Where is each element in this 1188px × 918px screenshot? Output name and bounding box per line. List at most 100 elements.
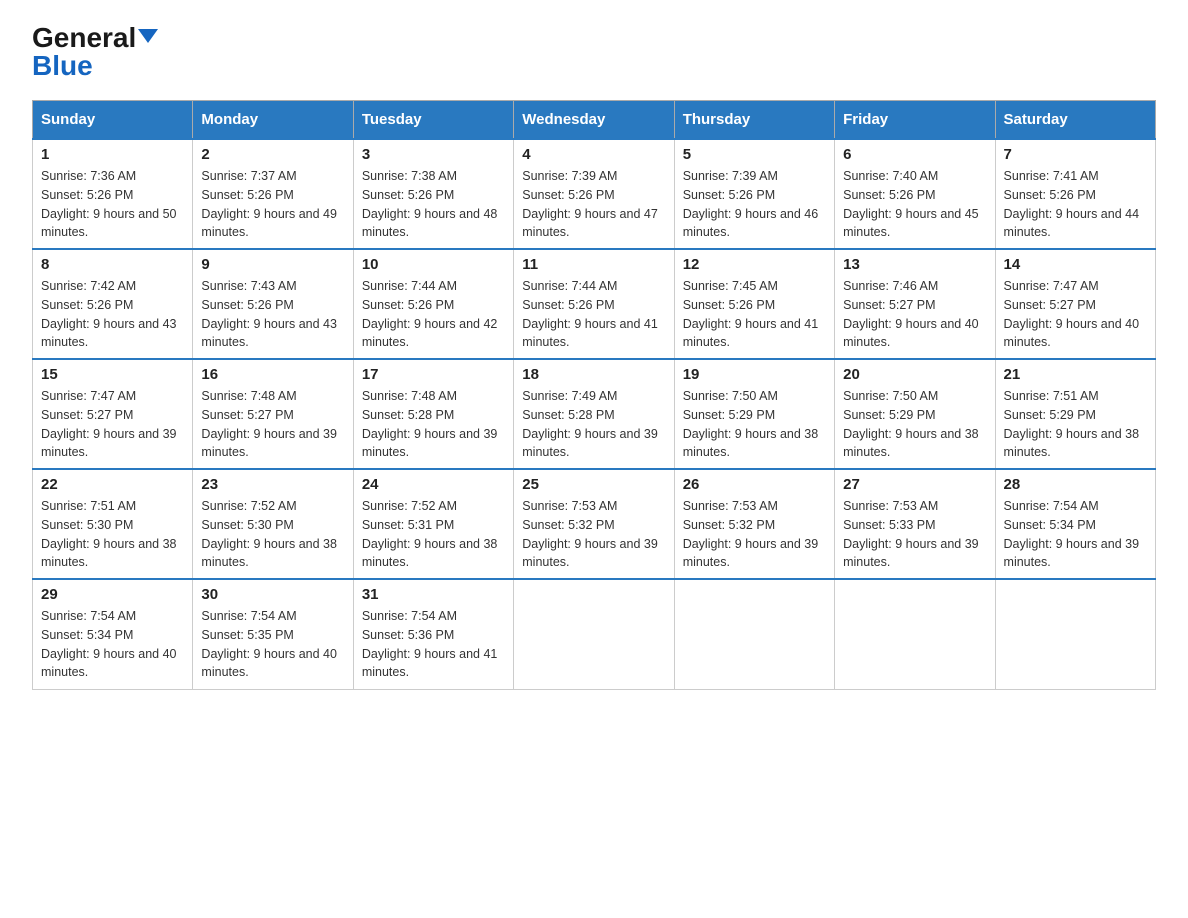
day-number: 17 bbox=[362, 366, 505, 383]
day-number: 3 bbox=[362, 146, 505, 163]
day-info: Sunrise: 7:37 AMSunset: 5:26 PMDaylight:… bbox=[201, 167, 344, 242]
calendar-cell: 18 Sunrise: 7:49 AMSunset: 5:28 PMDayligh… bbox=[514, 359, 674, 469]
calendar-cell: 6 Sunrise: 7:40 AMSunset: 5:26 PMDaylight… bbox=[835, 139, 995, 249]
calendar-header-row: SundayMondayTuesdayWednesdayThursdayFrid… bbox=[33, 101, 1156, 140]
calendar-cell: 28 Sunrise: 7:54 AMSunset: 5:34 PMDayligh… bbox=[995, 469, 1155, 579]
day-number: 27 bbox=[843, 476, 986, 493]
day-number: 21 bbox=[1004, 366, 1147, 383]
day-info: Sunrise: 7:47 AMSunset: 5:27 PMDaylight:… bbox=[1004, 277, 1147, 352]
calendar-week-row-5: 29 Sunrise: 7:54 AMSunset: 5:34 PMDayligh… bbox=[33, 579, 1156, 689]
calendar-header-friday: Friday bbox=[835, 101, 995, 140]
day-number: 16 bbox=[201, 366, 344, 383]
day-number: 8 bbox=[41, 256, 184, 273]
calendar-header-saturday: Saturday bbox=[995, 101, 1155, 140]
calendar-cell: 13 Sunrise: 7:46 AMSunset: 5:27 PMDayligh… bbox=[835, 249, 995, 359]
day-number: 4 bbox=[522, 146, 665, 163]
calendar-table: SundayMondayTuesdayWednesdayThursdayFrid… bbox=[32, 100, 1156, 690]
calendar-cell: 27 Sunrise: 7:53 AMSunset: 5:33 PMDayligh… bbox=[835, 469, 995, 579]
calendar-cell: 23Sunrise: 7:52 AMSunset: 5:30 PMDayligh… bbox=[193, 469, 353, 579]
day-info: Sunrise: 7:50 AMSunset: 5:29 PMDaylight:… bbox=[683, 387, 826, 462]
calendar-cell: 21Sunrise: 7:51 AMSunset: 5:29 PMDayligh… bbox=[995, 359, 1155, 469]
day-info: Sunrise: 7:48 AMSunset: 5:28 PMDaylight:… bbox=[362, 387, 505, 462]
day-number: 6 bbox=[843, 146, 986, 163]
day-info: Sunrise: 7:54 AMSunset: 5:34 PMDaylight:… bbox=[1004, 497, 1147, 572]
day-number: 19 bbox=[683, 366, 826, 383]
day-info: Sunrise: 7:42 AMSunset: 5:26 PMDaylight:… bbox=[41, 277, 184, 352]
day-info: Sunrise: 7:36 AMSunset: 5:26 PMDaylight:… bbox=[41, 167, 184, 242]
day-number: 14 bbox=[1004, 256, 1147, 273]
day-info: Sunrise: 7:50 AMSunset: 5:29 PMDaylight:… bbox=[843, 387, 986, 462]
calendar-header-tuesday: Tuesday bbox=[353, 101, 513, 140]
day-number: 31 bbox=[362, 586, 505, 603]
calendar-cell: 24 Sunrise: 7:52 AMSunset: 5:31 PMDayligh… bbox=[353, 469, 513, 579]
day-number: 18 bbox=[522, 366, 665, 383]
calendar-cell: 10 Sunrise: 7:44 AMSunset: 5:26 PMDayligh… bbox=[353, 249, 513, 359]
day-info: Sunrise: 7:38 AMSunset: 5:26 PMDaylight:… bbox=[362, 167, 505, 242]
day-info: Sunrise: 7:53 AMSunset: 5:32 PMDaylight:… bbox=[522, 497, 665, 572]
day-number: 10 bbox=[362, 256, 505, 273]
calendar-cell: 15Sunrise: 7:47 AMSunset: 5:27 PMDayligh… bbox=[33, 359, 193, 469]
day-number: 22 bbox=[41, 476, 184, 493]
calendar-week-row-1: 1 Sunrise: 7:36 AMSunset: 5:26 PMDaylight… bbox=[33, 139, 1156, 249]
day-info: Sunrise: 7:47 AMSunset: 5:27 PMDaylight:… bbox=[41, 387, 184, 462]
day-number: 28 bbox=[1004, 476, 1147, 493]
day-info: Sunrise: 7:54 AMSunset: 5:35 PMDaylight:… bbox=[201, 607, 344, 682]
day-number: 13 bbox=[843, 256, 986, 273]
calendar-cell: 22 Sunrise: 7:51 AMSunset: 5:30 PMDayligh… bbox=[33, 469, 193, 579]
day-info: Sunrise: 7:52 AMSunset: 5:31 PMDaylight:… bbox=[362, 497, 505, 572]
day-info: Sunrise: 7:51 AMSunset: 5:30 PMDaylight:… bbox=[41, 497, 184, 572]
calendar-cell: 16 Sunrise: 7:48 AMSunset: 5:27 PMDayligh… bbox=[193, 359, 353, 469]
calendar-cell bbox=[674, 579, 834, 689]
day-number: 25 bbox=[522, 476, 665, 493]
calendar-cell: 9 Sunrise: 7:43 AMSunset: 5:26 PMDaylight… bbox=[193, 249, 353, 359]
day-info: Sunrise: 7:53 AMSunset: 5:33 PMDaylight:… bbox=[843, 497, 986, 572]
calendar-cell: 26 Sunrise: 7:53 AMSunset: 5:32 PMDayligh… bbox=[674, 469, 834, 579]
day-number: 24 bbox=[362, 476, 505, 493]
day-number: 30 bbox=[201, 586, 344, 603]
day-number: 2 bbox=[201, 146, 344, 163]
day-info: Sunrise: 7:54 AMSunset: 5:34 PMDaylight:… bbox=[41, 607, 184, 682]
day-number: 12 bbox=[683, 256, 826, 273]
calendar-cell: 14 Sunrise: 7:47 AMSunset: 5:27 PMDayligh… bbox=[995, 249, 1155, 359]
logo-blue-text: Blue bbox=[32, 50, 93, 81]
day-info: Sunrise: 7:39 AMSunset: 5:26 PMDaylight:… bbox=[522, 167, 665, 242]
day-info: Sunrise: 7:48 AMSunset: 5:27 PMDaylight:… bbox=[201, 387, 344, 462]
day-info: Sunrise: 7:53 AMSunset: 5:32 PMDaylight:… bbox=[683, 497, 826, 572]
calendar-cell: 31 Sunrise: 7:54 AMSunset: 5:36 PMDayligh… bbox=[353, 579, 513, 689]
calendar-cell: 8 Sunrise: 7:42 AMSunset: 5:26 PMDaylight… bbox=[33, 249, 193, 359]
calendar-header-sunday: Sunday bbox=[33, 101, 193, 140]
calendar-header-thursday: Thursday bbox=[674, 101, 834, 140]
day-info: Sunrise: 7:44 AMSunset: 5:26 PMDaylight:… bbox=[362, 277, 505, 352]
day-info: Sunrise: 7:45 AMSunset: 5:26 PMDaylight:… bbox=[683, 277, 826, 352]
calendar-cell: 29 Sunrise: 7:54 AMSunset: 5:34 PMDayligh… bbox=[33, 579, 193, 689]
calendar-header-wednesday: Wednesday bbox=[514, 101, 674, 140]
day-number: 20 bbox=[843, 366, 986, 383]
logo-general-text: General bbox=[32, 24, 136, 52]
day-number: 1 bbox=[41, 146, 184, 163]
day-info: Sunrise: 7:43 AMSunset: 5:26 PMDaylight:… bbox=[201, 277, 344, 352]
calendar-week-row-4: 22 Sunrise: 7:51 AMSunset: 5:30 PMDayligh… bbox=[33, 469, 1156, 579]
calendar-cell: 2 Sunrise: 7:37 AMSunset: 5:26 PMDaylight… bbox=[193, 139, 353, 249]
day-number: 29 bbox=[41, 586, 184, 603]
day-number: 9 bbox=[201, 256, 344, 273]
day-info: Sunrise: 7:41 AMSunset: 5:26 PMDaylight:… bbox=[1004, 167, 1147, 242]
calendar-week-row-2: 8 Sunrise: 7:42 AMSunset: 5:26 PMDaylight… bbox=[33, 249, 1156, 359]
calendar-week-row-3: 15Sunrise: 7:47 AMSunset: 5:27 PMDayligh… bbox=[33, 359, 1156, 469]
day-number: 5 bbox=[683, 146, 826, 163]
day-number: 26 bbox=[683, 476, 826, 493]
day-info: Sunrise: 7:49 AMSunset: 5:28 PMDaylight:… bbox=[522, 387, 665, 462]
calendar-header-monday: Monday bbox=[193, 101, 353, 140]
day-info: Sunrise: 7:40 AMSunset: 5:26 PMDaylight:… bbox=[843, 167, 986, 242]
calendar-cell bbox=[995, 579, 1155, 689]
day-info: Sunrise: 7:46 AMSunset: 5:27 PMDaylight:… bbox=[843, 277, 986, 352]
calendar-cell: 4 Sunrise: 7:39 AMSunset: 5:26 PMDaylight… bbox=[514, 139, 674, 249]
calendar-cell: 1 Sunrise: 7:36 AMSunset: 5:26 PMDaylight… bbox=[33, 139, 193, 249]
calendar-cell: 17 Sunrise: 7:48 AMSunset: 5:28 PMDayligh… bbox=[353, 359, 513, 469]
day-info: Sunrise: 7:54 AMSunset: 5:36 PMDaylight:… bbox=[362, 607, 505, 682]
calendar-cell: 5 Sunrise: 7:39 AMSunset: 5:26 PMDaylight… bbox=[674, 139, 834, 249]
calendar-cell: 30 Sunrise: 7:54 AMSunset: 5:35 PMDayligh… bbox=[193, 579, 353, 689]
day-info: Sunrise: 7:39 AMSunset: 5:26 PMDaylight:… bbox=[683, 167, 826, 242]
day-info: Sunrise: 7:44 AMSunset: 5:26 PMDaylight:… bbox=[522, 277, 665, 352]
calendar-cell bbox=[835, 579, 995, 689]
logo-triangle-icon bbox=[138, 29, 158, 43]
